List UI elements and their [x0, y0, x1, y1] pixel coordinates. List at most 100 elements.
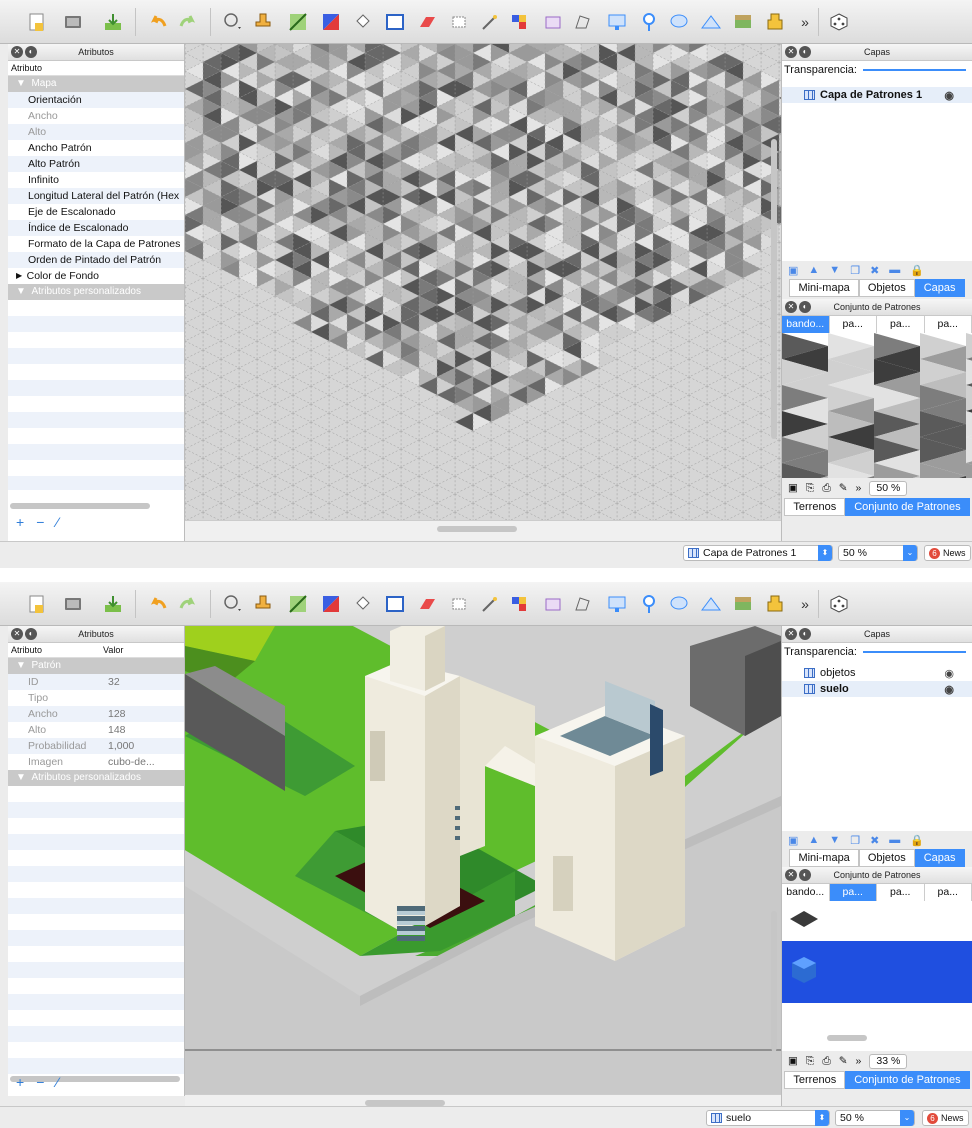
- edit-tileset-icon[interactable]: ✎: [839, 1055, 848, 1067]
- close-icon[interactable]: ✕: [785, 46, 797, 58]
- magic-wand-icon[interactable]: [476, 9, 502, 35]
- attribute-row[interactable]: Imagen cubo-de...: [8, 754, 184, 770]
- insert-template-icon[interactable]: [762, 9, 788, 35]
- attribute-value[interactable]: 148: [104, 722, 126, 738]
- attribute-row[interactable]: Infinito: [8, 172, 184, 188]
- attribute-row[interactable]: Orientación: [8, 92, 184, 108]
- attribute-row[interactable]: Eje de Escalonado: [8, 204, 184, 220]
- duplicate-layer-icon[interactable]: ❐: [850, 834, 860, 847]
- stamp-brush-icon[interactable]: [250, 591, 276, 617]
- tileset-tab[interactable]: bando...: [782, 316, 830, 333]
- zoom-more-icon[interactable]: »: [856, 482, 862, 494]
- insert-polygon-icon[interactable]: [698, 9, 724, 35]
- random-mode-icon[interactable]: [826, 9, 852, 35]
- add-attribute-icon[interactable]: +: [16, 514, 24, 530]
- tileset-tab[interactable]: pa...: [829, 884, 877, 901]
- show-hide-icon[interactable]: ▬: [889, 834, 900, 846]
- remove-attribute-icon[interactable]: −: [36, 1074, 44, 1090]
- eraser-icon[interactable]: [414, 9, 440, 35]
- transparency-slider[interactable]: [862, 651, 966, 653]
- tab-layers[interactable]: Capas: [914, 279, 965, 297]
- attribute-row[interactable]: Alto 148: [8, 722, 184, 738]
- delete-layer-icon[interactable]: ✖: [870, 834, 879, 847]
- tab-tilesets[interactable]: Conjunto de Patrones: [845, 1071, 970, 1089]
- shape-fill-icon[interactable]: [382, 9, 408, 35]
- layer-row[interactable]: objetos ◉: [782, 665, 972, 681]
- attribute-row[interactable]: Ancho: [8, 108, 184, 124]
- float-icon[interactable]: ◐: [799, 869, 811, 881]
- zoom-more-icon[interactable]: »: [856, 1055, 862, 1067]
- attribute-row[interactable]: Índice de Escalonado: [8, 220, 184, 236]
- visibility-eye-icon[interactable]: ◉: [944, 89, 954, 102]
- attribute-row[interactable]: Longitud Lateral del Patrón (Hex: [8, 188, 184, 204]
- tileset-tab[interactable]: pa...: [877, 316, 925, 333]
- tab-tilesets[interactable]: Conjunto de Patrones: [845, 498, 970, 516]
- stamp-dropdown-icon[interactable]: [220, 9, 246, 35]
- redo-icon[interactable]: [174, 591, 200, 617]
- tileset-hscrollbar[interactable]: [827, 1035, 867, 1041]
- stamp-dropdown-icon[interactable]: [220, 591, 246, 617]
- close-icon[interactable]: ✕: [785, 301, 797, 313]
- layer-row[interactable]: suelo ◉: [782, 681, 972, 697]
- attribute-row[interactable]: Formato de la Capa de Patrones: [8, 236, 184, 252]
- tab-terrains[interactable]: Terrenos: [784, 1071, 846, 1089]
- float-icon[interactable]: ◐: [25, 46, 37, 58]
- attribute-row[interactable]: Tipo: [8, 690, 184, 706]
- attribute-row[interactable]: Alto: [8, 124, 184, 140]
- terrain-brush-icon[interactable]: [285, 591, 311, 617]
- random-mode-icon[interactable]: [826, 591, 852, 617]
- insert-template-icon[interactable]: [762, 591, 788, 617]
- undo-icon[interactable]: [146, 591, 172, 617]
- attribute-row[interactable]: Alto Patrón: [8, 156, 184, 172]
- duplicate-layer-icon[interactable]: ❐: [850, 264, 860, 277]
- map-canvas[interactable]: [185, 44, 781, 529]
- news-button[interactable]: 6 News: [922, 1110, 969, 1126]
- rename-attribute-icon[interactable]: ⁄: [56, 1074, 58, 1090]
- bucket-fill-icon[interactable]: [350, 591, 376, 617]
- tileset-tab[interactable]: pa...: [830, 316, 877, 333]
- rectangle-select-icon[interactable]: [446, 9, 472, 35]
- attribute-value[interactable]: cubo-de...: [104, 754, 155, 770]
- tab-layers[interactable]: Capas: [914, 849, 965, 867]
- rename-attribute-icon[interactable]: ⁄: [56, 514, 58, 530]
- insert-polygon-icon[interactable]: [698, 591, 724, 617]
- group-custom-attributes[interactable]: ▼ Atributos personalizados: [8, 284, 184, 300]
- map-canvas[interactable]: [185, 626, 781, 1094]
- delete-layer-icon[interactable]: ✖: [870, 264, 879, 277]
- attribute-value[interactable]: 1,000: [104, 738, 134, 754]
- float-icon[interactable]: ◐: [799, 46, 811, 58]
- insert-ellipse-icon[interactable]: [666, 591, 692, 617]
- attribute-row[interactable]: Probabilidad 1,000: [8, 738, 184, 754]
- expand-icon[interactable]: ▶: [16, 268, 27, 284]
- insert-rectangle-icon[interactable]: [604, 9, 630, 35]
- import-tileset-icon[interactable]: ⎘: [806, 482, 814, 495]
- transparency-slider[interactable]: [862, 69, 966, 71]
- canvas-vscrollbar[interactable]: [771, 911, 777, 1051]
- group-tile[interactable]: ▼ Patrón: [8, 658, 184, 674]
- toolbar-overflow-icon[interactable]: »: [792, 591, 818, 617]
- eraser-icon[interactable]: [414, 591, 440, 617]
- group-custom-attributes[interactable]: ▼ Atributos personalizados: [8, 770, 184, 786]
- zoom-select[interactable]: 50 % ⌄: [835, 1110, 915, 1126]
- save-icon[interactable]: [100, 9, 126, 35]
- edit-tileset-icon[interactable]: ✎: [839, 482, 848, 494]
- tileset-tab[interactable]: bando...: [782, 884, 830, 901]
- select-objects-icon[interactable]: [540, 591, 566, 617]
- import-tileset-icon[interactable]: ⎘: [806, 1055, 814, 1068]
- new-map-icon[interactable]: [24, 9, 50, 35]
- new-layer-icon[interactable]: ▣: [788, 264, 798, 277]
- magic-wand-icon[interactable]: [476, 591, 502, 617]
- shape-fill-icon[interactable]: [382, 591, 408, 617]
- close-icon[interactable]: ✕: [11, 46, 23, 58]
- attribute-row[interactable]: Ancho 128: [8, 706, 184, 722]
- canvas-hscrollbar[interactable]: [437, 526, 517, 532]
- zoom-select[interactable]: 50 % ⌄: [838, 545, 918, 561]
- lower-layer-icon[interactable]: ▼: [829, 264, 840, 276]
- close-icon[interactable]: ✕: [785, 869, 797, 881]
- float-icon[interactable]: ◐: [799, 301, 811, 313]
- new-tileset-icon[interactable]: ▣: [788, 482, 798, 494]
- layer-row[interactable]: Capa de Patrones 1 ◉: [782, 87, 972, 103]
- tileset-zoom-select[interactable]: 50 %: [869, 480, 908, 496]
- undo-icon[interactable]: [146, 9, 172, 35]
- new-map-icon[interactable]: [24, 591, 50, 617]
